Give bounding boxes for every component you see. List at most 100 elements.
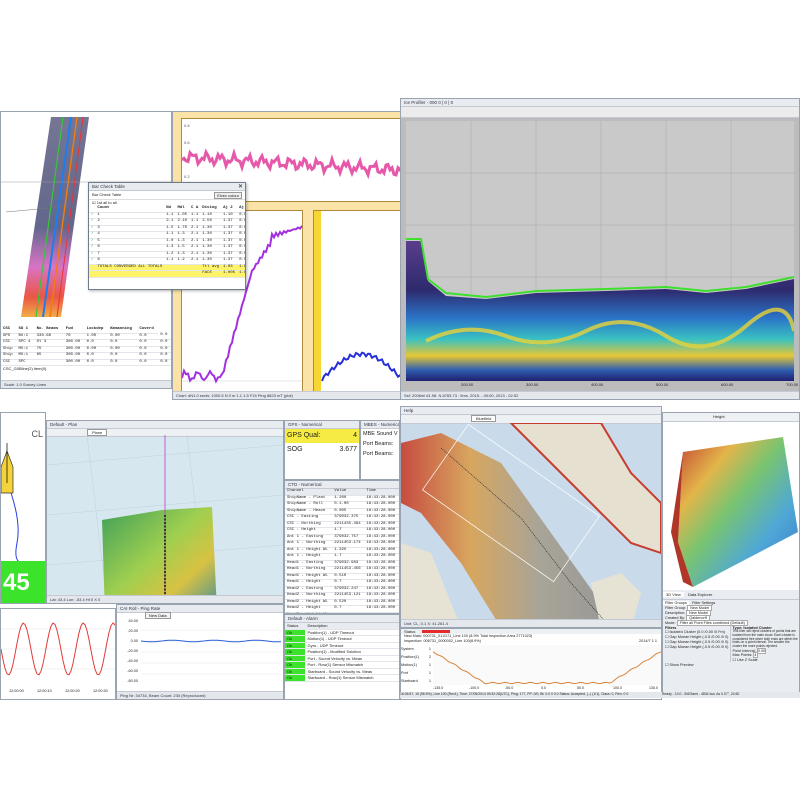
close-icon[interactable]: ✕ [238, 183, 243, 190]
mbe-row: Port Beams: [363, 451, 394, 457]
table-cell: 300.00 [63, 359, 85, 366]
table-cell [34, 359, 64, 366]
table-cell: Ttl avg [200, 264, 222, 271]
table-cell: 0.0 [237, 212, 245, 219]
tab-data-explorer[interactable]: Data Explorer [685, 592, 715, 597]
bathymetry-map [47, 435, 283, 603]
ping-y-axis: 40.00 20.00 0.00 -20.00 -40.00 -60.00 -80.00 [117, 619, 139, 685]
table-row[interactable]: ShipName - Plant 1.200 18:43:28.000 [285, 495, 399, 502]
table-row[interactable]: CSC - Northing 2211435.494 18:43:28.000 [285, 521, 399, 528]
profile-side-value: 1 [428, 663, 431, 667]
readout-box: 45 [1, 561, 45, 603]
profile-side-label: Starboard [401, 679, 418, 683]
table-row[interactable]: CSC SPC 4 DY 3 300.00 0.0 0.0 0.0 0.0 [1, 339, 171, 347]
mbe-row: MBE Sound V [363, 431, 398, 437]
sog-row: SOG 3.677 [287, 446, 357, 453]
profile-side-label: Port [401, 671, 408, 675]
elevation-colour-button[interactable]: Elvec colour [214, 192, 242, 199]
y-tick-label: -80.00 [127, 679, 138, 683]
status-badge: Ok [285, 674, 306, 682]
table-cell: 0.0 [237, 244, 245, 252]
y-tick-label: 0.6 [184, 140, 190, 145]
y-tick-label: 40.00 [128, 619, 138, 623]
alarm-description: Starboard - Row(1) Sensor Mismatch [305, 674, 399, 682]
layer-select[interactable]: Bluefield [471, 415, 497, 422]
new-data-button[interactable]: New Data [145, 612, 171, 619]
table-row[interactable]: Ant 1 - Easting 379032.757 18:43:28.000 [285, 534, 399, 541]
ts-status: Chart: dN1.0 sects: 1000.5 N 0 m 1.1 1.5… [173, 391, 403, 399]
y-tick-label: 0.8 [184, 123, 190, 128]
table-row[interactable]: CSC - Easting 379032.375 18:43:28.000 [285, 514, 399, 522]
gps-panel: GPS - Numerical GPS Qual: 4 SOG 3.677 [284, 420, 360, 480]
table-cell: 18:43:28.000 [364, 560, 399, 567]
table-row[interactable]: Ship MU:1 85 300.00 0.0 0.0 0.0 0.0 [1, 352, 171, 360]
table-cell [95, 270, 165, 278]
y-tick-label: -60.00 [127, 669, 138, 673]
table-row[interactable]: Ant 1 - Height WL 1.325 18:43:28.000 [285, 547, 399, 554]
profile-plot [433, 645, 661, 685]
x-tick-label: 100.0 [613, 686, 622, 690]
profile-side-item: Position(1) 2 [401, 653, 431, 661]
profile-side-value: 1 [428, 671, 431, 675]
alarm-panel: Default - Alarm Status Description Ok Posi… [284, 614, 400, 700]
ping-chart-title: CAI Roll - Ping Rate [117, 605, 283, 613]
survey-map-status: Unit: CL, 0.1 X: 41.261.4 [401, 619, 661, 627]
bottom-status-bar-right: Ready - 10.0 - 5/6/Samt - 4834 Isw, As 0… [662, 692, 800, 698]
table-row[interactable]: Head1 - Height WL 0.510 18:43:28.000 [285, 573, 399, 580]
show-preview-checkbox[interactable]: ☐ [665, 663, 668, 667]
ping-chart-status: Ping Nr: 34734, Beam Count: 230 (Reprodu… [117, 691, 283, 699]
table-cell: 2211435.494 [332, 521, 365, 528]
tab-3d-view[interactable]: 3D View [663, 592, 684, 597]
table-cell: 0.0 [158, 359, 171, 366]
table-row[interactable]: Head1 - Northing 2211453.456 18:43:28.000 [285, 566, 399, 574]
use-z-checkbox[interactable]: ☐ [733, 658, 736, 662]
table-cell: 0.0 [237, 251, 245, 258]
profile-side-value: 1 [428, 679, 431, 683]
echogram-x-axis: 200.00 300.00 400.00 500.00 600.00 700.00 [406, 382, 798, 390]
filter-label: Gap Moean Height (-0.5 /0.00 /0 0) [669, 645, 729, 649]
x-tick-label: 50.0 [577, 686, 584, 690]
tab-filter-groups[interactable]: Filter Groups [663, 601, 689, 605]
table-row[interactable]: Ship MU:1 75 300.00 0.00 0.00 0.0 0.0 [1, 346, 171, 353]
table-cell: 0.0 [137, 359, 159, 366]
table-cell: ShipName - Heave [285, 508, 333, 515]
profile-side-item: System 1 [401, 645, 431, 653]
table-row[interactable]: ShipName - Heave 0.005 18:43:28.000 [285, 508, 399, 515]
table-cell: 0.0 [237, 238, 245, 245]
table-cell: 0.0 [237, 257, 245, 265]
table-row[interactable]: Ant 1 - Northing 2211453.174 18:43:28.000 [285, 540, 399, 548]
table-row[interactable]: ShipName - Roll 0.1.00 18:43:28.000 [285, 501, 399, 509]
table-row[interactable]: Head2 - Height WL 0.520 18:43:28.000 [285, 599, 399, 606]
table-cell: 0.0 [237, 218, 245, 226]
table-cell: 18:43:28.000 [364, 579, 399, 587]
height-select[interactable]: Height [713, 414, 725, 419]
y-tick-label: -40.00 [127, 659, 138, 663]
table-row[interactable]: GPS BU:1 330.68 70 1.00 0.00 0.0 0.0 [1, 333, 171, 340]
table-cell: 2211453.121 [332, 592, 365, 600]
x-tick-label: 0.0 [541, 686, 546, 690]
ts-right-plot [313, 210, 403, 394]
alarm-panel-title: Default - Alarm [285, 615, 399, 623]
mbe-panel: MBES - Numerical MBE Sound V Port Beams:… [360, 420, 400, 480]
filter-item[interactable]: ☐ Gap Moean Height (-0.5 /0.00 /0 0) [663, 645, 730, 650]
filter-list: ☐ Isolated Cluster (0.0 /0.00 /0 Fm) ☐ Ga… [663, 630, 730, 650]
ping-chart-panel: CAI Roll - Ping Rate New Data 40.00 20.00… [116, 604, 284, 700]
bottom-status-bar-left [284, 690, 400, 698]
point-interval-input[interactable]: 0.00 [756, 647, 767, 654]
table-cell: 18:43:28.000 [364, 534, 399, 541]
helmsman-panel: CL 45 [0, 412, 46, 604]
table-row[interactable]: CSC SPC 300.00 0.0 0.0 0.0 0.0 [1, 359, 171, 366]
table-cell: Head2 - Northing [285, 592, 333, 600]
table-cell: Ant 1 - Height WL [285, 547, 333, 554]
plan-view-status: Lat: 43.4 Lon: -53.4 Ht 0 X 0 [47, 595, 283, 603]
table-cell: 18:43:28.000 [364, 553, 399, 561]
y-tick-label: 20.00 [128, 629, 138, 633]
total-row: FACE1.0051.001.00 [89, 270, 245, 278]
table-row[interactable]: Head1 - Easting 379032.983 18:43:28.000 [285, 560, 399, 567]
table-row[interactable]: Head2 - Northing 2211453.121 18:43:28.000 [285, 592, 399, 600]
checkbox[interactable]: ☑ [92, 200, 96, 205]
table-cell: 18:43:28.000 [364, 599, 399, 606]
table-row[interactable]: Head2 - Easting 379032.247 18:43:28.000 [285, 586, 399, 593]
x-tick-label: -50.0 [505, 686, 514, 690]
alarm-row[interactable]: Ok Starboard - Row(1) Sensor Mismatch [285, 674, 399, 682]
